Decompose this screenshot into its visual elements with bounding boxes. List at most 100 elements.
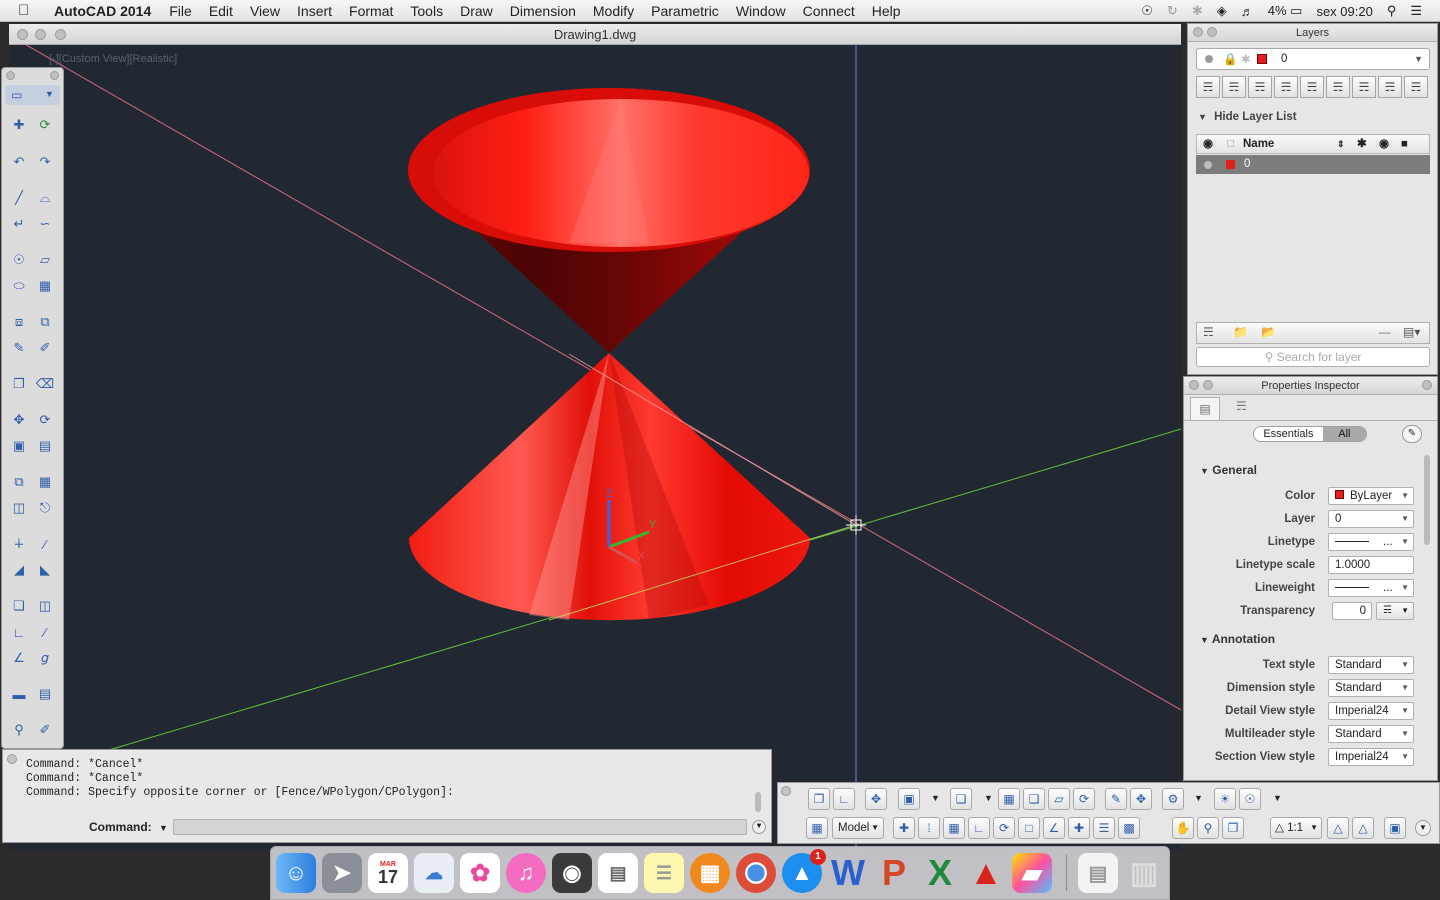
ucs-toggle-icon[interactable]: ∟ [833,788,855,810]
layer-dropdown[interactable]: 0 ▼ [1328,510,1414,528]
menu-modify[interactable]: Modify [593,3,634,19]
chevron-down-icon[interactable]: ▼ [931,793,940,803]
command-close-button[interactable] [7,754,17,764]
move-icon[interactable]: ✥ [8,409,30,431]
app-menu[interactable]: AutoCAD 2014 [54,3,151,19]
box-3d-icon[interactable]: ❐ [8,373,30,395]
lineweight-icon[interactable]: ☰ [1093,817,1115,839]
section-view-style-dropdown[interactable]: Imperial24 ▼ [1328,748,1414,766]
menu-view[interactable]: View [250,3,280,19]
menu-insert[interactable]: Insert [297,3,332,19]
view-icon[interactable]: ❏ [950,788,972,810]
object-snap-tracking-icon[interactable]: ✚ [1068,817,1090,839]
minimize-button[interactable] [35,29,46,40]
color-dropdown[interactable]: ByLayer ▼ [1328,487,1414,505]
command-prompt[interactable]: Command: ▼ [89,820,168,834]
isolate-icon[interactable]: ☉ [1239,788,1261,810]
properties-collapse-button[interactable] [1203,380,1213,390]
spline-icon[interactable]: ∽ [34,213,56,235]
draw-order-icon[interactable]: ✎ [8,337,30,359]
menu-edit[interactable]: Edit [209,3,233,19]
documents-stack-icon[interactable]: ▤ [1078,853,1118,893]
3d-osnap-icon[interactable]: ▱ [1048,788,1070,810]
chevron-down-icon[interactable]: ▼ [1273,793,1282,803]
annotation-monitor-icon[interactable]: ⚙ [1162,788,1184,810]
menu-file[interactable]: File [169,3,192,19]
new-layer-button-icon[interactable]: ☴ [1203,325,1214,339]
layer-freeze-icon[interactable]: ☴ [1352,76,1376,98]
time-machine-icon[interactable]: ↻ [1167,3,1178,19]
layers-collapse-button[interactable] [1207,27,1217,37]
palette-close-button[interactable] [6,71,15,80]
auto-scale-icon[interactable]: △ [1352,817,1374,839]
zoom-button[interactable] [55,29,66,40]
rectangle-icon[interactable]: ▱ [34,249,56,271]
close-button[interactable] [17,29,28,40]
text-icon[interactable]: 𝘨 [34,647,56,669]
chamfer-icon[interactable]: ◣ [34,559,56,581]
annotation-scale-dropdown[interactable]: △ 1:1 ▼ [1270,817,1322,839]
hatch-icon[interactable]: ▦ [34,275,56,297]
layer-isolate-icon[interactable]: ☴ [1300,76,1324,98]
dimension-style-dropdown[interactable]: Standard ▼ [1328,679,1414,697]
preview-icon[interactable]: ☁ [414,853,454,893]
region-icon[interactable]: ⧈ [8,311,30,333]
stretch-icon[interactable]: ▤ [34,435,56,457]
layer-visible-icon[interactable] [1204,161,1212,169]
delete-layer-icon[interactable]: ☴ [1222,76,1246,98]
redo-icon[interactable]: ↷ [34,151,56,173]
quick-select-icon[interactable]: ✎ [1402,425,1422,443]
snap-mode-icon[interactable]: ⁞ [918,817,940,839]
upper-cone[interactable] [408,88,810,353]
menu-dimension[interactable]: Dimension [510,3,576,19]
layer-match-icon[interactable]: ☴ [1274,76,1298,98]
status-close-button[interactable] [781,786,791,796]
move-gizmo-icon[interactable]: ✥ [1130,788,1152,810]
layer-properties-tab[interactable]: ☴ [1236,399,1247,413]
layer-settings-icon[interactable]: ▤▾ [1403,325,1420,339]
menu-parametric[interactable]: Parametric [651,3,719,19]
launchpad-icon[interactable]: ➤ [322,853,362,893]
properties-scrollbar[interactable] [1424,455,1430,545]
object-snap-icon[interactable]: □ [1018,817,1040,839]
photo-booth-icon[interactable]: ◉ [552,853,592,893]
3d-orbit-icon[interactable]: ⟳ [34,114,56,136]
trash-icon[interactable]: ▥ [1124,853,1164,893]
menu-window[interactable]: Window [736,3,786,19]
bluetooth-icon[interactable]: ✱ [1192,3,1203,19]
pan-hand-icon[interactable]: ✋ [1172,817,1194,839]
ellipse-icon[interactable]: ⬭ [8,275,30,297]
mirror-icon[interactable]: ◫ [8,497,30,519]
trim-icon[interactable]: ∔ [8,533,30,555]
properties-zoom-button[interactable] [1422,380,1432,390]
command-scrollbar[interactable] [755,792,761,812]
menu-connect[interactable]: Connect [803,3,855,19]
finder-icon[interactable]: ☺ [276,853,316,893]
shield-icon[interactable]: ☉ [1141,3,1153,19]
selection-mode-dropdown[interactable]: ▭ ▼ [5,85,60,105]
transparency-input[interactable]: 0 [1332,602,1372,620]
scale-icon[interactable]: ▣ [8,435,30,457]
essentials-tab[interactable]: Essentials [1254,427,1323,441]
linetype-dropdown[interactable]: ... ▼ [1328,533,1414,551]
annotation-section-toggle[interactable]: ▼ Annotation [1200,632,1275,646]
hide-layer-list-toggle[interactable]: ▼ Hide Layer List [1198,111,1297,123]
clock[interactable]: sex 09:20 [1316,4,1372,19]
app-store-icon[interactable]: ▲ 1 [782,849,826,893]
annotation-visibility-icon[interactable]: △ [1327,817,1349,839]
polyline-icon[interactable]: ⌓ [34,187,56,209]
volume-icon[interactable]: ♬ [1241,4,1254,19]
general-section-toggle[interactable]: ▼ General [1200,463,1257,477]
object-properties-tab[interactable]: ▤ [1190,397,1220,421]
chrome-icon[interactable] [736,853,776,893]
ortho-icon[interactable]: ∟ [968,817,990,839]
copy-icon[interactable]: ⧉ [8,471,30,493]
zoom-window-icon[interactable]: ⚲ [8,719,30,741]
measure-icon[interactable]: ▬ [8,683,30,705]
aligned-dimension-icon[interactable]: ∕ [34,621,56,643]
chevron-down-icon[interactable]: ▼ [1194,793,1203,803]
selection-filter-icon[interactable]: ⟳ [1073,788,1095,810]
menu-format[interactable]: Format [349,3,393,19]
table-icon[interactable]: ▤ [34,683,56,705]
layout-icon[interactable]: ▦ [806,817,828,839]
